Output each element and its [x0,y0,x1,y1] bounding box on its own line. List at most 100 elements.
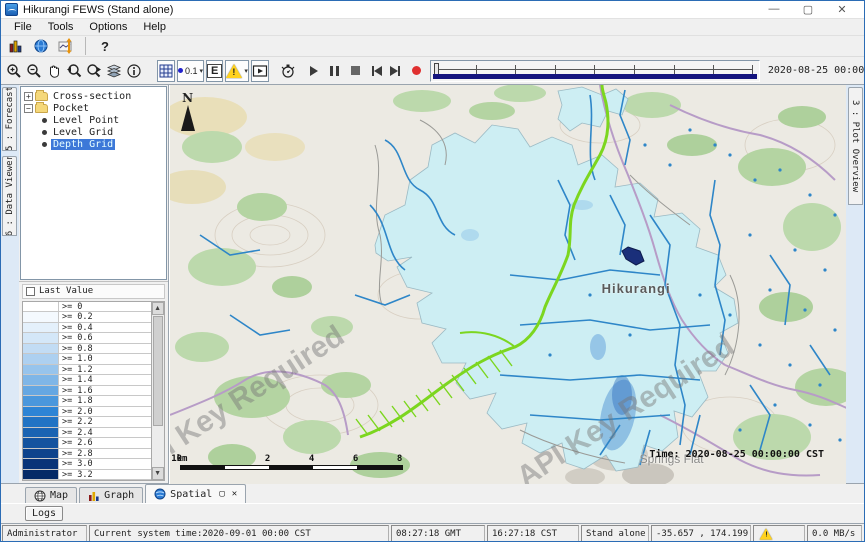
legend-row: >= 3.0 [23,459,151,470]
tree-leaf-level-point[interactable]: Level Point [24,114,166,126]
zoom-out-icon[interactable] [25,61,43,81]
legend-row-label: >= 1.2 [59,365,151,375]
play-button[interactable] [309,61,319,81]
logs-row: Logs [1,503,864,523]
scroll-down-icon[interactable]: ▼ [152,467,164,480]
tab-map[interactable]: Map [25,487,77,503]
toolbar-separator [85,37,86,55]
legend-scrollbar[interactable]: ▲ ▼ [151,302,164,481]
status-net-speed: 0.0 MB/s [807,525,862,542]
wireframe-globe-icon [34,490,46,502]
legend-color-swatch [23,417,59,427]
tab-data-viewer[interactable]: 6 : Data Viewer [2,156,17,236]
main-toolbar: ? [1,36,864,57]
layers-icon[interactable] [105,61,123,81]
legend-table: >= 0 >= 0.2 >= 0.4 [22,301,165,482]
status-bar: Administrator Current system time:2020-0… [1,523,864,542]
legend-row: >= 1.2 [23,365,151,376]
legend-row-label: >= 2.0 [59,407,151,417]
legend-color-swatch [23,470,59,480]
record-button[interactable] [411,61,422,81]
animation-settings-icon[interactable] [279,61,297,81]
tab-graph[interactable]: Graph [79,487,143,503]
title-bar: Hikurangi FEWS (Stand alone) — ▢ ✕ [1,1,864,19]
menu-tools[interactable]: Tools [41,20,81,34]
minimize-button[interactable]: — [768,3,780,16]
threshold-dot-icon [178,68,183,73]
thresholds-warning-dropdown[interactable]: ! ▾ [225,60,249,82]
legend-color-swatch [23,365,59,375]
tab-forecast[interactable]: 5 : Forecast [2,87,17,151]
legend-color-swatch [23,386,59,396]
help-button[interactable]: ? [94,36,116,56]
tab-plot-overview[interactable]: 3 : Plot Overview [848,87,863,205]
bullet-icon [42,142,47,147]
window-title: Hikurangi FEWS (Stand alone) [23,4,173,16]
skip-to-end-button[interactable] [389,61,401,81]
legend-row: >= 2.0 [23,407,151,418]
animation-movie-button[interactable] [251,60,269,82]
tree-leaf-level-grid[interactable]: Level Grid [24,126,166,138]
legend-row-label: >= 3.0 [59,459,151,469]
map-canvas [170,85,846,484]
legend-row-label: >= 0.6 [59,333,151,343]
menu-bar: File Tools Options Help [1,19,864,36]
last-value-checkbox[interactable] [26,287,35,296]
legend-color-swatch [23,396,59,406]
gauge-scale-button[interactable]: E [206,60,223,82]
zoom-next-icon[interactable] [85,61,103,81]
legend-header: Last Value [22,284,165,299]
zoom-in-icon[interactable] [5,61,23,81]
tab-close-icon[interactable]: ✕ [232,489,237,499]
legend-row: >= 3.2 [23,470,151,481]
contour-threshold-dropdown[interactable]: 0.1 ▾ [177,60,204,82]
zoom-previous-icon[interactable] [65,61,83,81]
legend-title: Last Value [39,286,93,296]
stop-button[interactable] [350,61,361,81]
pan-hand-icon[interactable] [45,61,63,81]
scroll-up-icon[interactable]: ▲ [152,302,164,315]
tab-maximize-icon[interactable]: ▢ [219,489,224,499]
status-warning[interactable]: ! [753,525,805,542]
legend-row-label: >= 1.0 [59,354,151,364]
app-icon [5,3,18,16]
bullet-icon [42,118,47,123]
close-button[interactable]: ✕ [836,3,848,16]
chevron-down-icon: ▾ [200,67,204,75]
menu-options[interactable]: Options [82,20,134,34]
legend-row-label: >= 2.2 [59,417,151,427]
bullet-icon [42,130,47,135]
scrollbar-thumb[interactable] [153,316,163,426]
collapse-icon[interactable]: − [24,104,33,113]
status-mode: Stand alone [581,525,649,542]
globe-icon[interactable] [30,36,52,56]
status-gmt-time: 08:27:18 GMT [391,525,485,542]
folder-icon [35,92,48,101]
legend-color-swatch [23,407,59,417]
legend-row: >= 2.8 [23,449,151,460]
scale-chart-icon[interactable] [55,36,77,56]
map-toolbar: 0.1 ▾ E ! ▾ 2020-08-25 00:00:00 CST [1,57,864,85]
tree-node-cross-section[interactable]: + Cross-section [24,90,166,102]
grid-display-button[interactable] [157,60,175,82]
info-icon[interactable] [125,61,143,81]
legend-color-swatch [23,459,59,469]
tree-node-pocket[interactable]: − Pocket [24,102,166,114]
maximize-button[interactable]: ▢ [802,3,814,16]
map-view[interactable]: N km 246810 Hikurangi Springs Flat Time:… [169,85,846,484]
main-area: 5 : Forecast 6 : Data Viewer + Cross-sec… [1,85,864,484]
layer-tree[interactable]: + Cross-section − Pocket Level Point Lev… [20,86,167,280]
legend-row: >= 2.4 [23,428,151,439]
tree-leaf-depth-grid[interactable]: Depth Grid [24,138,166,150]
pause-button[interactable] [329,61,340,81]
skip-to-start-button[interactable] [371,61,383,81]
status-user: Administrator [2,525,87,542]
database-icon[interactable] [5,36,27,56]
time-slider[interactable] [430,60,760,82]
logs-button[interactable]: Logs [25,506,63,521]
menu-file[interactable]: File [7,20,39,34]
menu-help[interactable]: Help [136,20,173,34]
legend-color-swatch [23,449,59,459]
tab-spatial[interactable]: Spatial ▢ ✕ [145,484,246,503]
expand-icon[interactable]: + [24,92,33,101]
